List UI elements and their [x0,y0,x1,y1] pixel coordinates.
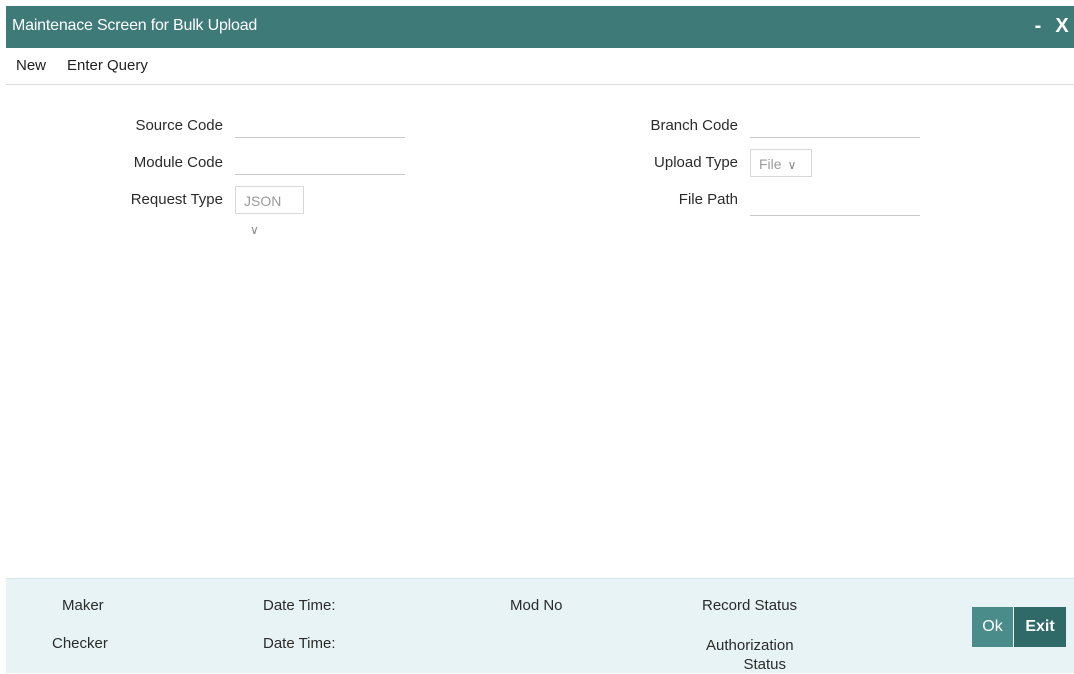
menu-new[interactable]: New [16,57,46,74]
branch-code-input[interactable] [750,115,920,138]
menu-enter-query[interactable]: Enter Query [67,57,148,74]
ok-button[interactable]: Ok [972,607,1013,647]
authorization-status-label: Authorization Status [706,637,794,673]
upload-type-value: File [759,156,782,172]
request-type-value: JSON [244,193,282,209]
chevron-down-icon: ∨ [787,158,797,172]
menu-bar: New Enter Query [6,48,1074,85]
window-title: Maintenace Screen for Bulk Upload [12,17,258,34]
source-code-input[interactable] [235,115,405,138]
exit-button[interactable]: Exit [1014,607,1066,647]
checker-date-time-label: Date Time: [263,635,336,652]
maker-label: Maker [62,597,104,614]
close-icon[interactable]: X [1050,12,1074,40]
request-type-label: Request Type [130,191,223,208]
file-path-input[interactable] [750,193,920,216]
chevron-down-icon: ∨ [250,223,259,237]
checker-label: Checker [52,635,108,652]
module-code-label: Module Code [133,154,223,171]
minimize-icon[interactable]: - [1026,12,1050,40]
upload-type-label: Upload Type [654,154,738,171]
request-type-select[interactable]: JSON ∨ [235,186,304,237]
maintenance-window: Maintenace Screen for Bulk Upload - X Ne… [6,6,1074,673]
source-code-label: Source Code [135,117,223,134]
module-code-input[interactable] [235,152,405,175]
file-path-label: File Path [678,191,738,208]
upload-type-select[interactable]: File ∨ [750,149,812,177]
record-status-label: Record Status [702,597,798,614]
maker-date-time-label: Date Time: [263,597,336,614]
mod-no-label: Mod No [510,597,563,614]
branch-code-label: Branch Code [650,117,738,134]
title-bar: Maintenace Screen for Bulk Upload - X [6,6,1074,48]
audit-footer: Maker Checker Date Time: Date Time: Mod … [6,578,1074,673]
